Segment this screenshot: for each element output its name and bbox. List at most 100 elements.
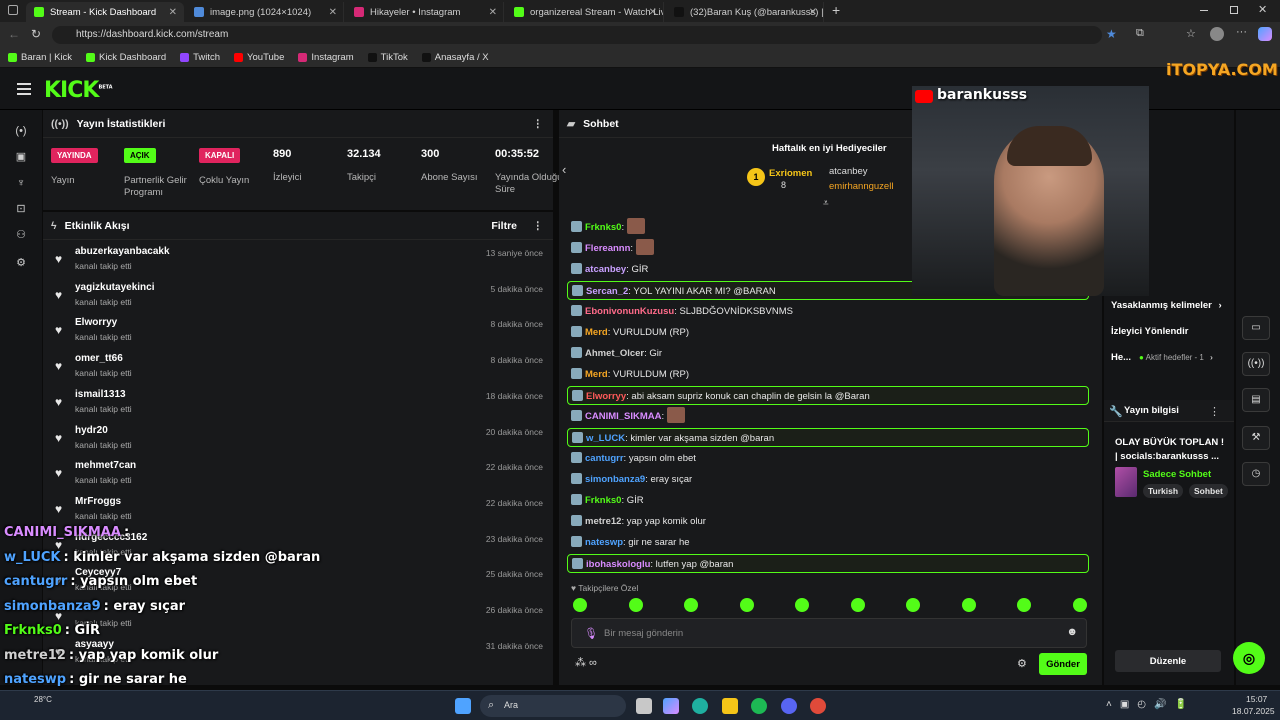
url-field[interactable]: https://dashboard.kick.com/stream [52, 26, 1102, 44]
chat-message[interactable]: Merd: VURULDUM (RP) [567, 323, 1089, 342]
category-name[interactable]: Sadece Sohbet [1143, 469, 1211, 480]
clock-date[interactable]: 18.07.2025 [1232, 706, 1275, 716]
activity-username[interactable]: mehmet7can [75, 460, 136, 471]
gifter-name[interactable]: Exriomen [769, 168, 812, 179]
copilot-icon[interactable] [1258, 27, 1272, 41]
viewer-redirect-item[interactable]: İzleyici Yönlendir [1111, 326, 1188, 337]
chat-username[interactable]: ibohaskologlu [586, 559, 650, 570]
activity-username[interactable]: omer_tt66 [75, 353, 123, 364]
activity-username[interactable]: Elworryy [75, 317, 117, 328]
emote-picker-icon[interactable] [684, 598, 698, 612]
emote-picker-icon[interactable] [906, 598, 920, 612]
activity-row[interactable]: ♥ MrFroggs kanalı takip etti 22 dakika önce [43, 492, 553, 528]
activity-row[interactable]: ♥ yagizkutayekinci kanalı takip etti 5 daki… [43, 278, 553, 314]
emoji-icon[interactable]: ☻ [1066, 626, 1078, 638]
broadcast-tool-icon[interactable]: ((•)) [1242, 352, 1270, 376]
chat-username[interactable]: Ahmet_Olcer [585, 348, 644, 359]
taskview-icon[interactable] [636, 698, 652, 714]
clips-nav-icon[interactable]: ⊡ [14, 202, 28, 216]
chat-message[interactable]: nateswp: gir ne sarar he [567, 533, 1089, 552]
search-box[interactable]: ⌕ Ara [480, 695, 626, 717]
scroll-down-icon[interactable]: ⩡ [823, 198, 829, 209]
explorer-icon[interactable] [722, 698, 738, 714]
tab-close-icon[interactable]: ✕ [489, 7, 497, 18]
menu-hamburger-icon[interactable] [17, 83, 31, 95]
goals-item[interactable]: He... [1111, 352, 1131, 363]
gifter-name[interactable]: emirhannguzell [829, 181, 893, 192]
trophy-nav-icon[interactable]: ♆ [14, 176, 28, 190]
emote-picker-icon[interactable] [628, 598, 643, 612]
dashboard-nav-icon[interactable]: ▣ [14, 150, 28, 164]
activity-row[interactable]: ♥ hydr20 kanalı takip etti 20 dakika önce [43, 421, 553, 457]
weather-label[interactable]: 28°C [34, 695, 52, 704]
emote-picker-icon[interactable] [850, 598, 865, 612]
emote-picker-icon[interactable] [1017, 598, 1031, 612]
chat-username[interactable]: atcanbey [585, 264, 626, 275]
tag-turkish[interactable]: Turkish [1143, 484, 1184, 498]
bookmark-item[interactable]: Twitch [180, 52, 220, 63]
gifter-name[interactable]: atcanbey [829, 166, 868, 177]
support-icon[interactable]: ◎ [1233, 642, 1265, 674]
menu-icon[interactable]: ··· [1236, 26, 1247, 38]
tab-close-icon[interactable]: ✕ [649, 7, 657, 18]
layout-tool-icon[interactable]: ▤ [1242, 388, 1270, 412]
chat-settings-icon[interactable]: ⚙ [1017, 657, 1027, 670]
chat-message[interactable]: simonbanza9: eray sıçar [567, 470, 1089, 489]
emote-picker-icon[interactable] [573, 598, 587, 612]
chat-username[interactable]: Flereannn [585, 243, 630, 254]
profile-avatar[interactable] [1210, 27, 1224, 41]
spotify-icon[interactable] [751, 698, 767, 714]
banned-words-item[interactable]: Yasaklanmış kelimeler › [1111, 300, 1222, 311]
edge-icon[interactable] [692, 698, 708, 714]
chat-username[interactable]: w_LUCK [586, 433, 625, 444]
wrench-tool-icon[interactable]: ⚒ [1242, 426, 1270, 450]
edit-button[interactable]: Düzenle [1115, 650, 1221, 672]
chat-message[interactable]: ibohaskologlu: lutfen yap @baran [567, 554, 1089, 573]
chat-message[interactable]: CANIMI_SIKMAA: [567, 407, 1089, 426]
chrome-icon[interactable] [810, 698, 826, 714]
new-tab-button[interactable]: + [832, 2, 840, 18]
points-icon[interactable]: ⁂ ∞ [575, 656, 597, 669]
emote-picker-icon[interactable] [1072, 598, 1087, 612]
chat-message[interactable]: w_LUCK: kimler var akşama sizden @baran [567, 428, 1089, 447]
bookmark-item[interactable]: TikTok [367, 52, 408, 63]
chat-message[interactable]: Ahmet_Olcer: Gir [567, 344, 1089, 363]
chat-username[interactable]: metre12 [585, 516, 621, 527]
bookmark-item[interactable]: YouTube [234, 52, 284, 63]
favorite-star-icon[interactable]: ★ [1106, 27, 1117, 41]
kick-logo[interactable]: KICKBETA [44, 78, 113, 103]
tag-sohbet[interactable]: Sohbet [1189, 484, 1228, 498]
chat-username[interactable]: nateswp [585, 537, 623, 548]
chat-username[interactable]: CANIMI_SIKMAA [585, 411, 662, 422]
send-button[interactable]: Gönder [1039, 653, 1087, 675]
browser-tab[interactable]: organizereal Stream - Watch Live ✕ [506, 2, 664, 22]
refresh-icon[interactable]: ↻ [31, 27, 41, 41]
gifters-prev-icon[interactable]: ‹ [562, 162, 566, 177]
activity-username[interactable]: abuzerkayanbacakk [75, 246, 170, 257]
mic-icon[interactable]: 🎙 [584, 627, 598, 640]
community-nav-icon[interactable]: ⚇ [14, 228, 28, 242]
chat-username[interactable]: cantugrr [585, 453, 624, 464]
activity-row[interactable]: ♥ Elworryy kanalı takip etti 8 dakika önce [43, 313, 553, 349]
stats-tool-icon[interactable]: ◷ [1242, 462, 1270, 486]
chat-username[interactable]: Frknks0 [585, 495, 621, 506]
emote-picker-icon[interactable] [739, 598, 754, 612]
start-icon[interactable] [455, 698, 471, 714]
more-icon[interactable]: ⋮ [1209, 405, 1220, 418]
tab-close-icon[interactable]: ✕ [329, 7, 337, 18]
bookmark-item[interactable]: Kick Dashboard [86, 52, 166, 63]
settings-nav-icon[interactable]: ⚙ [14, 256, 28, 270]
browser-tab[interactable]: (32)Baran Kuş (@barankusss) | Tik ✕ [666, 2, 824, 22]
close-window-icon[interactable]: ✕ [1258, 3, 1267, 16]
clock-time[interactable]: 15:07 [1246, 694, 1267, 704]
chat-username[interactable]: EbonivonunKuzusu [585, 306, 674, 317]
filter-button[interactable]: Filtre [491, 220, 517, 232]
chat-tool-icon[interactable]: ▭ [1242, 316, 1270, 340]
activity-username[interactable]: MrFroggs [75, 496, 121, 507]
discord-icon[interactable] [781, 698, 797, 714]
more-icon[interactable]: ⋮ [533, 118, 544, 130]
chat-username[interactable]: Elworryy [586, 391, 626, 402]
chat-message[interactable]: EbonivonunKuzusu: SLJBDĞOVNİDKSBVNMS [567, 302, 1089, 321]
chat-message[interactable]: Frknks0: GİR [567, 491, 1089, 510]
chat-message[interactable]: cantugrr: yapsın olm ebet [567, 449, 1089, 468]
